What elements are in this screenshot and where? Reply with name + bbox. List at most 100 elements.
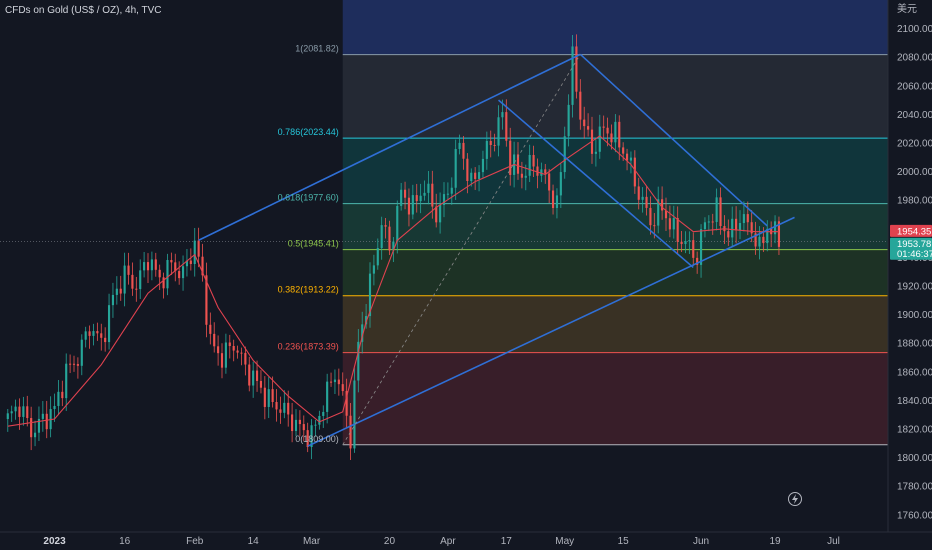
candle-body (372, 265, 375, 274)
candle-body (197, 240, 200, 257)
candle-body (411, 195, 414, 215)
candle-body (217, 346, 220, 354)
y-tick-label: 1880.00 (897, 339, 932, 350)
candle-body (388, 226, 391, 251)
candle-body (587, 126, 590, 130)
candle-body (509, 140, 512, 175)
candle-body (18, 406, 21, 417)
candle-body (610, 133, 613, 143)
candle-body (259, 380, 263, 388)
candle-body (228, 342, 231, 347)
candle-body (291, 414, 294, 432)
candle-body (477, 172, 481, 179)
candle-body (699, 229, 703, 265)
candle-body (329, 381, 333, 383)
candle-body (178, 271, 181, 279)
candle-body (248, 364, 251, 386)
x-tick-label: 14 (248, 536, 260, 547)
candle-body (84, 331, 87, 340)
candle-body (294, 419, 298, 432)
candle-body (637, 186, 640, 200)
y-tick-label: 2020.00 (897, 139, 932, 150)
candle-body (618, 121, 621, 148)
candle-body (341, 384, 344, 392)
candle-body (497, 117, 500, 146)
y-tick-label: 1900.00 (897, 310, 932, 321)
y-axis-unit: 美元 (897, 2, 917, 15)
candle-body (10, 411, 13, 414)
candle-body (431, 183, 434, 207)
y-tick-label: 2080.00 (897, 53, 932, 64)
candle-body (470, 172, 473, 182)
candle-body (302, 424, 305, 431)
fib-band-0.236 (342, 295, 889, 353)
candle-body (213, 333, 216, 347)
candle-body (680, 241, 683, 245)
candle-body (462, 142, 465, 159)
candle-body (458, 142, 461, 149)
candle-body (474, 172, 477, 179)
candle-body (653, 225, 656, 227)
candle-body (742, 214, 745, 224)
candle-body (419, 195, 422, 202)
candle-body (629, 157, 633, 161)
candle-body (559, 172, 562, 196)
candle-body (100, 333, 103, 338)
candle-body (69, 363, 72, 365)
candle-body (22, 406, 25, 417)
candle-body (252, 370, 255, 386)
candle-body (606, 127, 609, 134)
candle-body (337, 379, 340, 385)
fib-label-0.786: 0.786(2023.44) (278, 127, 339, 137)
candle-body (641, 196, 644, 200)
candle-body (57, 391, 60, 406)
candle-body (135, 288, 138, 290)
fib-label-1: 1(2081.82) (295, 44, 339, 54)
candle-body (719, 197, 722, 227)
candle-body (758, 236, 761, 247)
candle-body (415, 195, 418, 202)
candle-body (76, 364, 79, 366)
candle-body (318, 415, 321, 425)
y-tick-label: 2040.00 (897, 110, 932, 121)
candle-body (255, 370, 259, 381)
candle-body (72, 363, 76, 365)
candle-body (14, 406, 17, 412)
candle-body (380, 225, 383, 249)
candle-body (209, 324, 212, 334)
x-tick-label: Jun (693, 536, 709, 547)
x-tick-label: Jul (827, 536, 840, 547)
candle-body (107, 305, 111, 343)
candle-body (598, 126, 601, 152)
candle-body (181, 266, 185, 279)
candle-body (170, 260, 173, 263)
candle-body (96, 331, 99, 334)
candle-body (735, 218, 738, 231)
y-tick-label: 1800.00 (897, 453, 932, 464)
fib-band-0.5 (342, 203, 889, 250)
y-tick-label: 1980.00 (897, 196, 932, 207)
candle-body (731, 218, 734, 238)
candle-body (123, 265, 126, 294)
price-badge-value: 1954.35 (897, 226, 931, 237)
y-tick-label: 1920.00 (897, 282, 932, 293)
candle-body (146, 262, 150, 271)
candle-body (166, 260, 169, 289)
candle-body (26, 406, 29, 419)
y-tick-label: 1780.00 (897, 482, 932, 493)
candle-body (489, 140, 492, 146)
y-tick-label: 1820.00 (897, 425, 932, 436)
x-tick-label: Apr (440, 536, 456, 547)
candle-body (45, 413, 48, 430)
candle-body (396, 205, 399, 242)
candle-body (762, 236, 765, 244)
candle-body (551, 190, 555, 208)
candle-body (88, 331, 91, 336)
chart-canvas[interactable]: 1(2081.82) 0.786(2023.44) 0.618(1977.60) 0.… (0, 0, 932, 550)
fib-label-0.618: 0.618(1977.60) (278, 193, 339, 203)
candle-body (661, 199, 664, 211)
candle-body (6, 413, 9, 420)
candle-body (614, 121, 617, 143)
candle-body (548, 173, 551, 191)
candle-body (703, 222, 707, 230)
